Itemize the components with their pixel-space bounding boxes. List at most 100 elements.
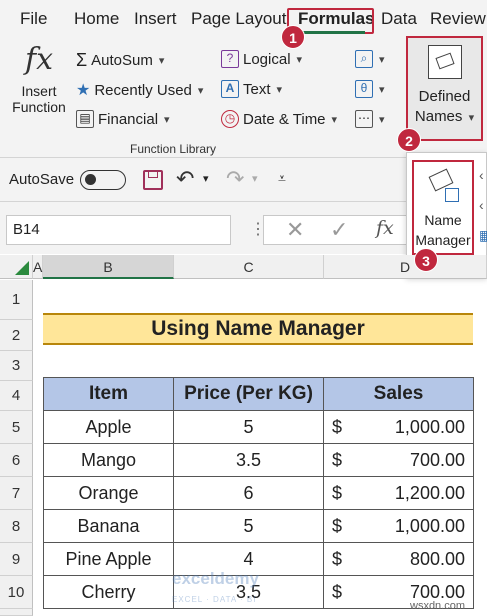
tab-page-layout[interactable]: Page Layout: [191, 9, 286, 29]
customize-qat-icon[interactable]: ⩡: [278, 170, 286, 187]
column-header-b[interactable]: B: [43, 255, 174, 279]
header-price[interactable]: Price (Per KG): [173, 377, 324, 411]
insert-function-button[interactable]: fx Insert Function: [8, 42, 70, 137]
step-badge-2: 2: [397, 128, 421, 152]
cell-item[interactable]: Cherry: [43, 575, 174, 609]
cell-price[interactable]: 5: [173, 509, 324, 543]
chevron-down-icon: ▾: [331, 113, 338, 126]
chevron-down-icon[interactable]: ▾: [252, 172, 258, 185]
row-header-9[interactable]: 9: [0, 543, 33, 576]
more-functions-button[interactable]: ⋯ ▾: [355, 110, 385, 128]
question-icon: ?: [221, 50, 239, 68]
tab-insert[interactable]: Insert: [134, 9, 177, 29]
logical-label: Logical: [243, 50, 291, 68]
header-sales[interactable]: Sales: [323, 377, 474, 411]
row-header-10[interactable]: 10: [0, 576, 33, 609]
defined-names-button[interactable]: Defined Names ▾: [406, 36, 483, 141]
row-header-5[interactable]: 5: [0, 411, 33, 444]
create-from-selection-icon[interactable]: ▦: [479, 227, 487, 244]
logical-button[interactable]: ? Logical ▾: [221, 50, 302, 68]
defined-names-icon: [428, 45, 462, 79]
row-header-1[interactable]: 1: [0, 280, 33, 320]
recently-used-button[interactable]: ★ Recently Used ▾: [76, 80, 203, 100]
column-header-d[interactable]: D: [324, 255, 487, 279]
name-box[interactable]: B14: [6, 215, 231, 245]
cell-item[interactable]: Orange: [43, 476, 174, 510]
date-time-button[interactable]: ◷ Date & Time ▾: [221, 110, 337, 128]
defined-names-label2: Names ▾: [414, 108, 475, 125]
autosum-label: AutoSum: [91, 52, 153, 69]
use-in-formula-icon[interactable]: ‹: [479, 197, 484, 213]
fx-icon: fx: [24, 42, 54, 77]
row-header-3[interactable]: 3: [0, 351, 33, 381]
math-trig-button[interactable]: θ ▾: [355, 80, 385, 98]
site-watermark: wsxdn.com: [410, 600, 466, 612]
autosum-button[interactable]: Σ AutoSum ▾: [76, 50, 164, 71]
title-cell[interactable]: Using Name Manager: [43, 313, 473, 345]
chevron-down-icon: ▾: [379, 113, 385, 126]
sigma-icon: Σ: [76, 50, 88, 70]
financial-icon: ▤: [76, 110, 94, 128]
row-header-11[interactable]: [0, 609, 33, 616]
tab-data[interactable]: Data: [381, 9, 417, 29]
date-time-label: Date & Time: [243, 110, 326, 128]
lookup-icon: ⌕: [355, 50, 373, 68]
undo-icon[interactable]: ↶: [176, 166, 194, 192]
header-item[interactable]: Item: [43, 377, 174, 411]
tab-review[interactable]: Review: [430, 9, 486, 29]
tab-home[interactable]: Home: [74, 9, 119, 29]
star-icon: ★: [76, 82, 91, 99]
row-header-7[interactable]: 7: [0, 477, 33, 510]
row-header-2[interactable]: 2: [0, 320, 33, 351]
cell-sales[interactable]: $700.00: [323, 443, 474, 477]
row-header-6[interactable]: 6: [0, 444, 33, 477]
cell-price[interactable]: 6: [173, 476, 324, 510]
defined-names-label1: Defined: [418, 88, 471, 105]
cell-price[interactable]: 3.5: [173, 443, 324, 477]
step-badge-3: 3: [414, 248, 438, 272]
cancel-icon[interactable]: ✕: [286, 217, 304, 243]
cell-sales[interactable]: $1,000.00: [323, 509, 474, 543]
chevron-down-icon: ▾: [379, 53, 385, 66]
clock-icon: ◷: [221, 110, 239, 128]
text-button[interactable]: A Text ▾: [221, 80, 282, 98]
name-manager-button[interactable]: Name Manager: [412, 160, 474, 255]
watermark-logo: exceldemy EXCEL · DATA · BI: [172, 569, 259, 604]
confirm-icon[interactable]: ✓: [330, 217, 348, 243]
chevron-down-icon: ▾: [379, 83, 385, 96]
tab-file[interactable]: File: [20, 9, 47, 29]
text-label: Text: [243, 80, 271, 98]
row-header-4[interactable]: 4: [0, 381, 33, 411]
chevron-down-icon: ▾: [158, 55, 165, 67]
name-manager-icon: [427, 168, 461, 204]
cell-item[interactable]: Banana: [43, 509, 174, 543]
redo-icon[interactable]: ↷: [226, 166, 244, 192]
save-icon[interactable]: [143, 170, 163, 190]
cell-sales[interactable]: $1,000.00: [323, 410, 474, 444]
define-name-icon[interactable]: ‹: [479, 167, 484, 183]
fx-icon[interactable]: fx: [376, 217, 394, 239]
chevron-down-icon: ▾: [164, 113, 170, 126]
column-header-c[interactable]: C: [174, 255, 324, 279]
autosave-label: AutoSave: [9, 171, 75, 188]
cell-sales[interactable]: $1,200.00: [323, 476, 474, 510]
cell-item[interactable]: Pine Apple: [43, 542, 174, 576]
select-all-corner[interactable]: [0, 255, 33, 279]
financial-label: Financial: [98, 110, 159, 128]
autosave-toggle[interactable]: [80, 170, 126, 190]
cell-sales[interactable]: $800.00: [323, 542, 474, 576]
function-library-label: Function Library: [130, 142, 217, 156]
financial-button[interactable]: ▤ Financial ▾: [76, 110, 170, 128]
lookup-button[interactable]: ⌕ ▾: [355, 50, 385, 68]
name-manager-label2: Manager: [415, 232, 471, 248]
chevron-down-icon: ▾: [276, 83, 283, 96]
cell-item[interactable]: Apple: [43, 410, 174, 444]
chevron-down-icon: ▾: [197, 84, 204, 97]
chevron-down-icon[interactable]: ▾: [203, 172, 209, 185]
more-dots-icon: ⋯: [355, 110, 373, 128]
chevron-down-icon: ▾: [296, 53, 303, 66]
cell-item[interactable]: Mango: [43, 443, 174, 477]
cell-price[interactable]: 5: [173, 410, 324, 444]
column-header-a[interactable]: A: [33, 255, 43, 279]
row-header-8[interactable]: 8: [0, 510, 33, 543]
